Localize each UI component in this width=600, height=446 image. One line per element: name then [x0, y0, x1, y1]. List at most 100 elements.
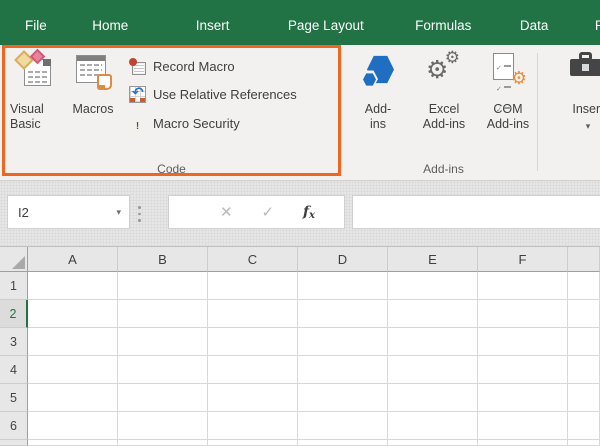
- cell[interactable]: [208, 328, 298, 356]
- com-add-ins-button[interactable]: COM Add-ins: [480, 51, 536, 155]
- row-header[interactable]: 2: [0, 300, 28, 328]
- com-gear-icon: [511, 69, 527, 89]
- tab-file[interactable]: File: [25, 18, 47, 33]
- cancel-icon[interactable]: ✕: [220, 203, 233, 221]
- cell[interactable]: [208, 300, 298, 328]
- visual-basic-label-line2: Basic: [10, 117, 41, 131]
- macros-label: Macros: [72, 102, 114, 116]
- com-add-ins-label-line2: Add-ins: [486, 117, 530, 131]
- cell[interactable]: [208, 356, 298, 384]
- cell[interactable]: [208, 272, 298, 300]
- row-header[interactable]: 1: [0, 272, 28, 300]
- insert-function-icon[interactable]: fx: [303, 204, 315, 221]
- cell[interactable]: [208, 384, 298, 412]
- cell[interactable]: [298, 384, 388, 412]
- cell[interactable]: [118, 356, 208, 384]
- cell[interactable]: [388, 440, 478, 446]
- cell[interactable]: [478, 328, 568, 356]
- column-header[interactable]: E: [388, 247, 478, 272]
- cell[interactable]: [478, 356, 568, 384]
- cell[interactable]: [568, 412, 600, 440]
- cell[interactable]: [568, 300, 600, 328]
- row-header[interactable]: 6: [0, 412, 28, 440]
- cell[interactable]: [28, 412, 118, 440]
- tab-insert[interactable]: Insert: [196, 18, 230, 33]
- cell[interactable]: [118, 440, 208, 446]
- column-header[interactable]: A: [28, 247, 118, 272]
- cell[interactable]: [298, 412, 388, 440]
- cell[interactable]: [28, 440, 118, 446]
- enter-icon[interactable]: ✓: [261, 203, 274, 221]
- cell[interactable]: [568, 384, 600, 412]
- add-ins-label-line1: Add-: [364, 102, 392, 116]
- cell[interactable]: [388, 300, 478, 328]
- cell[interactable]: [568, 440, 600, 446]
- column-header[interactable]: C: [208, 247, 298, 272]
- cell[interactable]: [478, 412, 568, 440]
- cell[interactable]: [388, 384, 478, 412]
- cell[interactable]: [208, 412, 298, 440]
- add-ins-button[interactable]: Add- ins: [352, 51, 404, 155]
- tab-page-layout[interactable]: Page Layout: [288, 18, 364, 33]
- cell[interactable]: [298, 356, 388, 384]
- cell[interactable]: [298, 328, 388, 356]
- cell[interactable]: [118, 300, 208, 328]
- formula-input[interactable]: [352, 195, 600, 229]
- row-header[interactable]: 3: [0, 328, 28, 356]
- column-header[interactable]: F: [478, 247, 568, 272]
- cell[interactable]: [28, 300, 118, 328]
- com-add-ins-checklist-icon: [488, 51, 528, 109]
- cell[interactable]: [118, 272, 208, 300]
- cell[interactable]: [478, 384, 568, 412]
- cell[interactable]: [298, 272, 388, 300]
- cell[interactable]: [28, 384, 118, 412]
- select-all-corner[interactable]: [0, 247, 28, 272]
- insert-label: Insert: [572, 102, 600, 116]
- cell[interactable]: [568, 356, 600, 384]
- cell[interactable]: [388, 328, 478, 356]
- formula-bar-drag-handle-icon[interactable]: [138, 206, 141, 222]
- tab-formulas[interactable]: Formulas: [415, 18, 471, 33]
- cell[interactable]: [298, 300, 388, 328]
- cell[interactable]: [568, 272, 600, 300]
- cell[interactable]: [28, 328, 118, 356]
- tab-home[interactable]: Home: [92, 18, 128, 33]
- cell[interactable]: [388, 272, 478, 300]
- tab-data[interactable]: Data: [520, 18, 549, 33]
- name-box[interactable]: I2 ▾: [7, 195, 130, 229]
- use-relative-references-label: Use Relative References: [153, 86, 297, 102]
- excel-add-ins-label-line2: Add-ins: [422, 117, 466, 131]
- use-relative-references-button[interactable]: Use Relative References: [129, 84, 297, 104]
- record-macro-icon: [129, 57, 146, 75]
- column-header[interactable]: B: [118, 247, 208, 272]
- cell[interactable]: [568, 328, 600, 356]
- insert-dropdown-arrow-icon: ▾: [585, 121, 591, 131]
- macros-icon: [73, 51, 113, 91]
- cell[interactable]: [118, 412, 208, 440]
- cell[interactable]: [478, 272, 568, 300]
- cell[interactable]: [28, 356, 118, 384]
- column-header[interactable]: [568, 247, 600, 272]
- cell[interactable]: [478, 300, 568, 328]
- insert-controls-button[interactable]: Insert ▾: [556, 51, 600, 155]
- cell[interactable]: [28, 272, 118, 300]
- macro-security-button[interactable]: Macro Security: [129, 113, 240, 133]
- row-header[interactable]: 4: [0, 356, 28, 384]
- column-header[interactable]: D: [298, 247, 388, 272]
- cell[interactable]: [118, 328, 208, 356]
- cell[interactable]: [298, 440, 388, 446]
- cell[interactable]: [388, 356, 478, 384]
- excel-add-ins-button[interactable]: Excel Add-ins: [410, 51, 478, 155]
- cell[interactable]: [478, 440, 568, 446]
- macros-button[interactable]: Macros: [64, 51, 122, 155]
- cell[interactable]: [388, 412, 478, 440]
- name-box-dropdown-icon[interactable]: ▾: [116, 207, 121, 218]
- visual-basic-button[interactable]: Visual Basic: [8, 48, 62, 155]
- tab-review[interactable]: Review: [595, 18, 600, 33]
- row-header[interactable]: [0, 440, 28, 446]
- record-macro-button[interactable]: Record Macro: [129, 56, 235, 76]
- cell[interactable]: [118, 384, 208, 412]
- cell[interactable]: [208, 440, 298, 446]
- row-header[interactable]: 5: [0, 384, 28, 412]
- macro-security-label: Macro Security: [153, 115, 240, 131]
